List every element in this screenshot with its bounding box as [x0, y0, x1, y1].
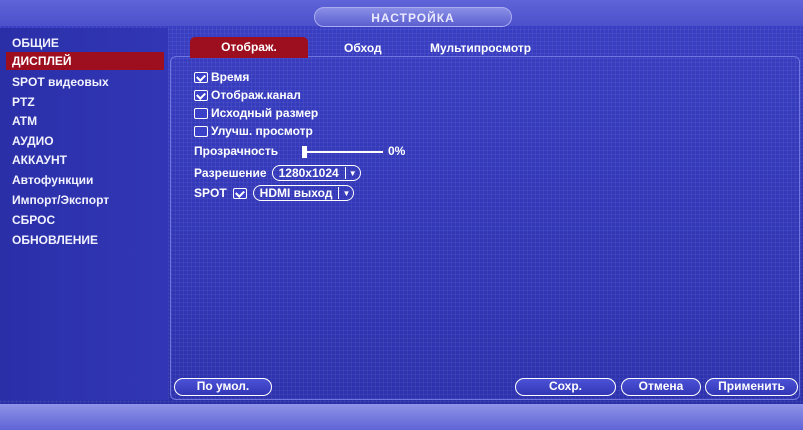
sidebar-item-display[interactable]: ДИСПЛЕЙ: [6, 52, 164, 70]
tab-display[interactable]: Отображ.: [190, 37, 308, 58]
original-size-option: Исходный размер: [194, 106, 318, 120]
cancel-button[interactable]: Отмена: [621, 378, 701, 396]
chevron-down-icon: ▼: [338, 187, 353, 199]
tab-tour[interactable]: Обход: [344, 38, 382, 58]
channel-option: Отображ.канал: [194, 88, 301, 102]
transparency-slider-thumb[interactable]: [302, 146, 307, 158]
channel-label: Отображ.канал: [211, 88, 301, 102]
spot-output-value: HDMI выход: [259, 186, 333, 200]
bottom-bar: [0, 404, 803, 430]
sidebar-item-general[interactable]: ОБЩИЕ: [12, 36, 162, 50]
default-button[interactable]: По умол.: [174, 378, 272, 396]
spot-row: SPOT HDMI выход ▼: [194, 185, 355, 201]
time-checkbox[interactable]: [194, 71, 208, 83]
sidebar-item-import-export[interactable]: Импорт/Экспорт: [12, 193, 162, 207]
spot-checkbox[interactable]: [232, 187, 247, 199]
resolution-select[interactable]: 1280x1024 ▼: [271, 165, 361, 181]
original-size-label: Исходный размер: [211, 106, 319, 120]
sidebar-item-reset[interactable]: СБРОС: [12, 213, 162, 227]
save-button[interactable]: Сохр.: [515, 378, 616, 396]
spot-label: SPOT: [194, 186, 227, 200]
spot-output-select[interactable]: HDMI выход ▼: [252, 185, 355, 201]
enhanced-view-option: Улучш. просмотр: [194, 124, 313, 138]
enhanced-view-checkbox[interactable]: [194, 125, 208, 137]
transparency-label: Прозрачность: [194, 144, 279, 158]
enhanced-view-label: Улучш. просмотр: [211, 124, 313, 138]
resolution-label: Разрешение: [194, 166, 267, 180]
chevron-down-icon: ▼: [344, 167, 360, 179]
page-title: НАСТРОЙКА: [314, 7, 512, 27]
sidebar-item-update[interactable]: ОБНОВЛЕНИЕ: [12, 233, 162, 247]
sidebar-item-spot-output[interactable]: SPOT видеовых: [12, 75, 162, 89]
sidebar-item-ptz[interactable]: PTZ: [12, 95, 162, 109]
transparency-value: 0%: [388, 144, 406, 158]
transparency-slider[interactable]: [303, 151, 383, 153]
resolution-row: Разрешение 1280x1024 ▼: [194, 165, 361, 181]
sidebar-item-atm[interactable]: ATM: [12, 114, 162, 128]
resolution-value: 1280x1024: [278, 166, 339, 180]
sidebar-item-autofunctions[interactable]: Автофункции: [12, 173, 162, 187]
channel-checkbox[interactable]: [194, 89, 208, 101]
time-label: Время: [211, 70, 250, 84]
sidebar: ОБЩИЕ ДИСПЛЕЙ SPOT видеовых PTZ ATM АУДИ…: [0, 28, 168, 400]
time-option: Время: [194, 70, 249, 84]
sidebar-item-audio[interactable]: АУДИО: [12, 134, 162, 148]
sidebar-item-account[interactable]: АККАУНТ: [12, 153, 162, 167]
original-size-checkbox[interactable]: [194, 107, 208, 119]
apply-button[interactable]: Применить: [705, 378, 798, 396]
tab-multiview[interactable]: Мультипросмотр: [430, 38, 531, 58]
